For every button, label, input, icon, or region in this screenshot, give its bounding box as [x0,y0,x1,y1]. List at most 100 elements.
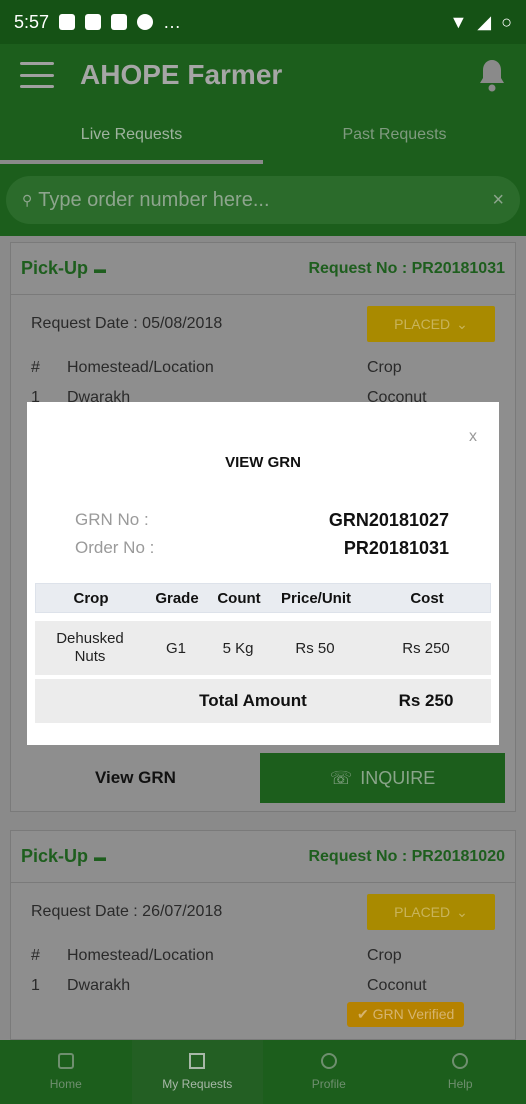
location-header: Homestead/Location [67,947,214,964]
app-bar: AHOPE Farmer [0,44,526,106]
home-icon [57,1053,74,1069]
nav-label: Profile [311,1077,346,1091]
truck-icon: ▬ [94,849,107,864]
card-header: Pick-Up ▬ Request No : PR20181031 [11,243,515,295]
wifi-icon: ▼ [449,11,468,32]
col-grade: Grade [155,589,199,607]
total-row: Total Amount Rs 250 [35,679,491,723]
check-icon: ✔ [357,1005,369,1022]
chevron-down-icon: ⌄ [456,903,468,920]
android-icon [111,14,128,30]
tab-past-requests[interactable]: Past Requests [263,106,526,164]
nav-label: Home [49,1077,82,1091]
cell-crop: Dehusked Nuts [56,630,124,665]
total-value: Rs 250 [398,691,454,710]
col-cost: Cost [410,589,444,607]
table-header: # Homestead/Location Crop [11,941,515,971]
status-label: PLACED [394,904,451,920]
table-row: Dehusked Nuts G1 5 Kg Rs 50 Rs 250 [35,621,491,675]
signal-icon: ◢ [477,11,492,32]
row-location: Dwarakh [67,977,131,994]
request-date-row: Request Date : 05/08/2018 PLACED ⌄ [11,295,515,353]
cell-price: Rs 50 [295,639,335,657]
nav-my-requests[interactable]: My Requests [131,1040,263,1104]
phone-icon [452,1053,469,1069]
inquire-button[interactable]: ☏ INQUIRE [259,753,505,803]
badge-label: GRN Verified [372,1005,455,1022]
request-tabs: Live Requests Past Requests [0,106,526,164]
table-header: Crop Grade Count Price/Unit Cost [35,583,491,613]
nav-label: My Requests [162,1077,233,1091]
search-icon: ⚲ [22,191,33,208]
menu-icon[interactable] [20,62,54,88]
request-date: Request Date : 05/08/2018 [31,315,223,332]
phone-icon: ☏ [329,767,353,788]
bell-icon[interactable] [478,58,506,92]
grn-row: GRN No : GRN20181027 [75,510,449,531]
card-actions: View GRN ☏ INQUIRE [11,751,515,805]
search-placeholder: Type order number here... [38,188,270,211]
profile-icon [320,1053,337,1069]
nav-label: Help [447,1077,473,1091]
view-grn-modal: x VIEW GRN GRN No : GRN20181027 Order No… [27,402,499,745]
status-badge[interactable]: PLACED ⌄ [367,894,495,930]
app-title: AHOPE Farmer [80,59,283,90]
request-date-row: Request Date : 26/07/2018 PLACED ⌄ [11,883,515,941]
col-count: Count [217,589,261,607]
cell-cost: Rs 250 [402,639,450,657]
nav-profile[interactable]: Profile [263,1040,395,1104]
total-label: Total Amount [199,691,307,710]
request-number: Request No : PR20181031 [308,259,505,277]
truck-icon: ▬ [94,261,107,276]
modal-title: VIEW GRN [225,454,301,471]
bottom-nav: Home My Requests Profile Help [0,1040,526,1104]
view-grn-button[interactable]: View GRN [11,768,260,788]
table-row: 1 Dwarakh Coconut [11,971,515,1001]
order-value: PR20181031 [343,538,449,558]
close-icon[interactable]: x [469,428,477,446]
app-notification-icon [137,14,154,30]
row-crop: Coconut [367,977,427,994]
status-badge[interactable]: PLACED ⌄ [367,306,495,342]
status-bar: 5:57 … ▼ ◢ ○ [0,0,526,44]
request-date: Request Date : 26/07/2018 [31,903,223,920]
chevron-down-icon: ⌄ [456,315,468,332]
status-time: 5:57 [14,11,50,32]
grn-value: GRN20181027 [328,510,449,530]
search-bar: ⚲ Type order number here... × [0,164,526,236]
location-header: Homestead/Location [67,359,214,376]
nav-help[interactable]: Help [395,1040,526,1104]
col-crop: Crop [73,589,109,607]
request-number: Request No : PR20181020 [308,847,505,865]
notification-icon [59,14,76,30]
index-header: # [31,947,40,964]
clear-search-icon[interactable]: × [492,189,504,212]
pickup-label: Pick-Up [21,258,89,278]
crop-header: Crop [367,359,402,376]
table-header: # Homestead/Location Crop [11,353,515,383]
pickup-label: Pick-Up [21,846,89,866]
android-icon [85,14,102,30]
crop-header: Crop [367,947,402,964]
row-index: 1 [31,977,40,994]
inquire-label: INQUIRE [360,767,436,788]
grn-table: Crop Grade Count Price/Unit Cost Dehuske… [35,583,491,723]
grn-label: GRN No : [75,510,149,529]
status-overflow: … [163,11,182,32]
card-header: Pick-Up ▬ Request No : PR20181020 [11,831,515,883]
status-label: PLACED [394,316,451,332]
order-row: Order No : PR20181031 [75,538,449,559]
cell-count: 5 Kg [222,639,254,657]
battery-icon: ○ [501,11,512,32]
list-icon [189,1053,206,1069]
col-price: Price/Unit [280,589,352,607]
index-header: # [31,359,40,376]
order-label: Order No : [75,538,155,557]
search-input[interactable]: ⚲ Type order number here... × [6,176,520,224]
nav-home[interactable]: Home [0,1040,132,1104]
tab-live-requests[interactable]: Live Requests [0,106,263,164]
badge-row: ✔ GRN Verified [11,1001,515,1027]
request-card: Pick-Up ▬ Request No : PR20181020 Reques… [10,830,516,1040]
cell-grade: G1 [165,639,186,657]
grn-verified-badge: ✔ GRN Verified [347,1001,465,1027]
